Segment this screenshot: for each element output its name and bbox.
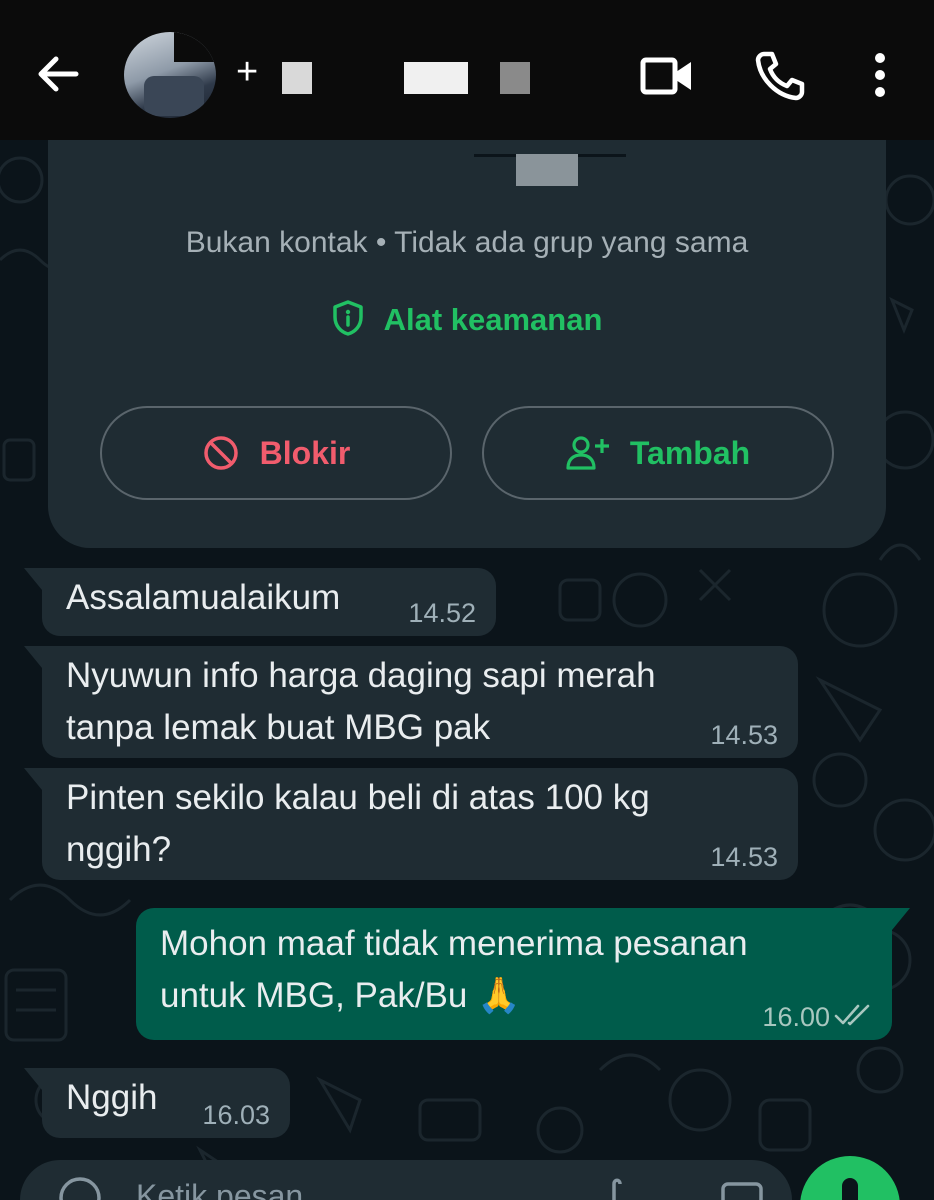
voice-call-button[interactable] — [752, 48, 808, 104]
incoming-message[interactable]: Nyuwun info harga daging sapi merah tanp… — [42, 646, 798, 758]
shield-icon — [332, 300, 363, 336]
add-contact-button[interactable]: Tambah — [482, 406, 834, 500]
emoji-icon — [59, 1177, 101, 1200]
add-contact-label: Tambah — [629, 434, 751, 471]
message-text: nggih? — [66, 830, 172, 869]
contact-name-text: + — [236, 51, 259, 93]
incoming-message[interactable]: Nggih 16.03 — [42, 1068, 290, 1138]
message-time-text: 16.00 — [762, 1002, 830, 1032]
message-text: Mohon maaf tidak menerima pesanan — [160, 924, 748, 963]
bubble-tail — [24, 568, 42, 590]
message-time: 16.00 — [762, 1002, 830, 1032]
message-time: 14.53 — [710, 842, 778, 872]
incoming-message[interactable]: Pinten sekilo kalau beli di atas 100 kg … — [42, 768, 798, 880]
double-check-read-icon — [834, 1004, 870, 1026]
message-input[interactable]: Ketik pesan — [136, 1178, 303, 1200]
security-tools-label: Alat keamanan — [383, 302, 603, 337]
block-icon — [203, 436, 238, 470]
block-label: Blokir — [259, 434, 351, 471]
voice-message-button[interactable] — [800, 1156, 900, 1200]
unknown-contact-card: Bukan kontak • Tidak ada grup yang sama … — [48, 140, 886, 548]
bubble-tail — [24, 1068, 42, 1090]
camera-icon[interactable] — [720, 1174, 764, 1200]
add-person-icon — [566, 436, 609, 470]
message-text: Nyuwun info harga daging sapi merah — [66, 656, 656, 695]
redacted-block — [516, 154, 578, 186]
chat-area[interactable]: Bukan kontak • Tidak ada grup yang sama … — [0, 140, 934, 1200]
contact-name[interactable]: + — [236, 52, 258, 92]
outgoing-message[interactable]: Mohon maaf tidak menerima pesanan untuk … — [136, 908, 892, 1040]
security-tools-link[interactable]: Alat keamanan — [48, 300, 886, 338]
video-call-icon — [640, 57, 691, 95]
block-button[interactable]: Blokir — [100, 406, 452, 500]
redacted-block — [282, 62, 312, 94]
back-arrow-icon — [38, 56, 79, 92]
incoming-message[interactable]: Assalamualaikum 14.52 — [42, 568, 496, 636]
message-time: 14.52 — [408, 598, 476, 628]
message-time: 16.03 — [202, 1100, 270, 1130]
message-time: 14.53 — [710, 720, 778, 750]
bubble-tail — [892, 908, 910, 930]
contact-status-text: Bukan kontak • Tidak ada grup yang sama — [185, 226, 749, 259]
attach-icon[interactable] — [594, 1174, 634, 1200]
redacted-block — [500, 62, 530, 94]
more-options-button[interactable] — [852, 48, 908, 104]
message-input-bar[interactable]: Ketik pesan — [20, 1160, 792, 1200]
redacted-block — [404, 62, 468, 94]
bubble-tail — [24, 768, 42, 790]
message-text: Pinten sekilo kalau beli di atas 100 kg — [66, 778, 650, 817]
mic-icon — [842, 1178, 858, 1200]
contact-avatar[interactable] — [124, 32, 216, 118]
chat-header: + — [0, 0, 934, 140]
bubble-tail — [24, 646, 42, 668]
back-button[interactable] — [32, 48, 84, 100]
phone-icon — [755, 51, 805, 101]
video-call-button[interactable] — [640, 48, 696, 104]
message-text: tanpa lemak buat MBG pak — [66, 708, 491, 747]
more-vert-icon — [875, 53, 885, 97]
